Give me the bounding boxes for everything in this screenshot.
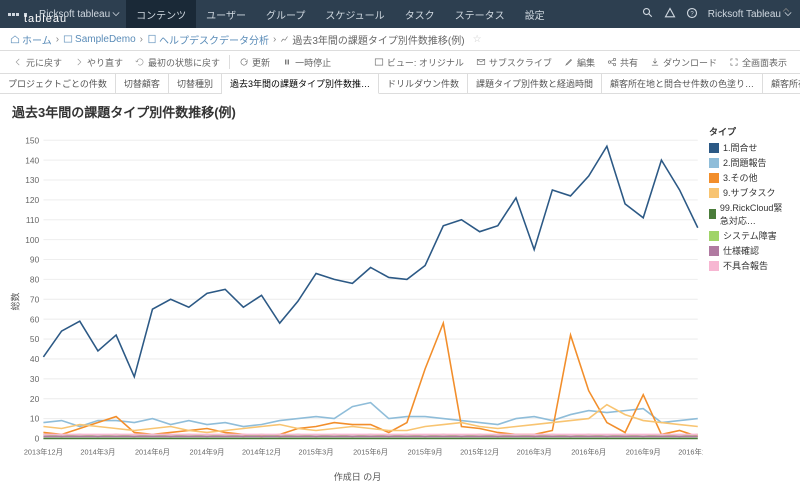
pause-button[interactable]: 一時停止 — [277, 54, 336, 71]
chart-plot[interactable]: 総数 0102030405060708090100110120130140150… — [12, 125, 703, 465]
tableau-logo[interactable]: tableau — [8, 13, 27, 16]
svg-text:60: 60 — [30, 314, 40, 324]
svg-text:2016年3月: 2016年3月 — [517, 447, 552, 456]
tab-2[interactable]: 切替種別 — [169, 74, 222, 93]
nav-item-1[interactable]: ユーザー — [196, 0, 256, 28]
share-button[interactable]: 共有 — [602, 54, 643, 71]
tab-4[interactable]: ドリルダウン件数 — [379, 74, 468, 93]
svg-text:90: 90 — [30, 255, 40, 265]
svg-text:110: 110 — [26, 215, 40, 225]
back-button[interactable]: 元に戻す — [8, 54, 67, 71]
nav-item-0[interactable]: コンテンツ — [126, 0, 196, 28]
legend-item-0[interactable]: 1.問合せ — [709, 141, 788, 154]
legend-item-5[interactable]: システム障害 — [709, 229, 788, 242]
nav-item-2[interactable]: グループ — [256, 0, 315, 28]
subscribe-button[interactable]: サブスクライブ — [471, 54, 557, 71]
nav-item-6[interactable]: 設定 — [515, 0, 555, 28]
svg-text:2016年9月: 2016年9月 — [626, 447, 661, 456]
svg-text:2015年12月: 2015年12月 — [460, 447, 499, 456]
svg-text:100: 100 — [25, 235, 39, 245]
edit-button[interactable]: 編集 — [559, 54, 600, 71]
star-icon[interactable]: ☆ — [473, 34, 482, 45]
breadcrumb: ホーム › SampleDemo › ヘルプデスクデータ分析 › 過去3年間の課… — [0, 28, 800, 50]
svg-text:?: ? — [690, 11, 694, 17]
expand-icon[interactable] — [780, 4, 792, 19]
svg-text:2013年12月: 2013年12月 — [24, 447, 63, 456]
tab-5[interactable]: 課題タイプ別件数と経過時間 — [468, 74, 602, 93]
tab-0[interactable]: プロジェクトごとの件数 — [0, 74, 116, 93]
svg-text:2015年9月: 2015年9月 — [408, 447, 443, 456]
revert-button[interactable]: 最初の状態に戻す — [130, 54, 225, 71]
svg-text:120: 120 — [25, 195, 39, 205]
breadcrumb-workbook[interactable]: ヘルプデスクデータ分析 — [147, 32, 269, 47]
alerts-icon[interactable] — [664, 7, 676, 22]
svg-text:10: 10 — [30, 414, 40, 424]
nav-item-4[interactable]: タスク — [395, 0, 445, 28]
legend-item-2[interactable]: 3.その他 — [709, 171, 788, 184]
svg-text:40: 40 — [30, 354, 40, 364]
breadcrumb-project[interactable]: SampleDemo — [63, 34, 136, 45]
breadcrumb-view[interactable]: 過去3年間の課題タイプ別件数推移(例) — [280, 32, 464, 47]
legend-item-7[interactable]: 不具合報告 — [709, 259, 788, 272]
svg-text:80: 80 — [30, 275, 40, 285]
redo-button[interactable]: やり直す — [69, 54, 128, 71]
svg-text:2014年9月: 2014年9月 — [189, 447, 224, 456]
legend-item-4[interactable]: 99.RickCloud緊急対応… — [709, 201, 788, 227]
chart-title: 過去3年間の課題タイプ別件数推移(例) — [12, 102, 788, 121]
search-icon[interactable] — [642, 7, 654, 22]
svg-text:150: 150 — [25, 135, 39, 145]
toolbar: 元に戻す やり直す 最初の状態に戻す 更新 一時停止 ビュー: オリジナル サブ… — [0, 50, 800, 74]
svg-text:0: 0 — [35, 434, 40, 444]
svg-text:2015年6月: 2015年6月 — [353, 447, 388, 456]
svg-text:30: 30 — [30, 374, 40, 384]
tab-7[interactable]: 顧客所在地と問合せ件数の面積図 — [763, 74, 800, 93]
help-icon[interactable]: ? — [686, 7, 698, 22]
svg-text:50: 50 — [30, 334, 40, 344]
refresh-button[interactable]: 更新 — [234, 54, 275, 71]
svg-text:70: 70 — [30, 294, 40, 304]
svg-text:2016年12月: 2016年12月 — [678, 447, 703, 456]
top-nav: tableau Ricksoft tableau コンテンツユーザーグループスケ… — [0, 0, 800, 28]
nav-item-5[interactable]: ステータス — [445, 0, 515, 28]
svg-text:130: 130 — [25, 175, 39, 185]
breadcrumb-home[interactable]: ホーム — [10, 32, 52, 47]
svg-text:2014年6月: 2014年6月 — [135, 447, 170, 456]
svg-text:2014年3月: 2014年3月 — [80, 447, 115, 456]
svg-text:2016年6月: 2016年6月 — [571, 447, 606, 456]
view-tabs: プロジェクトごとの件数切替顧客切替種別過去3年間の課題タイプ別件数推…ドリルダウ… — [0, 74, 800, 94]
fullscreen-button[interactable]: 全画面表示 — [724, 54, 792, 71]
legend-item-6[interactable]: 仕様確認 — [709, 244, 788, 257]
tab-6[interactable]: 顧客所在地と問合せ件数の色塗り… — [602, 74, 763, 93]
nav-item-3[interactable]: スケジュール — [315, 0, 394, 28]
tab-3[interactable]: 過去3年間の課題タイプ別件数推… — [222, 74, 379, 94]
legend: タイプ 1.問合せ2.問題報告3.その他9.サブタスク99.RickCloud緊… — [703, 125, 788, 465]
site-selector[interactable]: Ricksoft tableau — [39, 9, 120, 20]
svg-text:2014年12月: 2014年12月 — [242, 447, 281, 456]
svg-text:20: 20 — [30, 394, 40, 404]
svg-text:2015年3月: 2015年3月 — [299, 447, 334, 456]
tab-1[interactable]: 切替顧客 — [116, 74, 169, 93]
view-button[interactable]: ビュー: オリジナル — [369, 54, 469, 71]
svg-text:140: 140 — [25, 155, 39, 165]
legend-item-1[interactable]: 2.問題報告 — [709, 156, 788, 169]
legend-item-3[interactable]: 9.サブタスク — [709, 186, 788, 199]
chart-area: 過去3年間の課題タイプ別件数推移(例) 総数 01020304050607080… — [0, 94, 800, 474]
chevron-down-icon — [112, 10, 120, 18]
download-button[interactable]: ダウンロード — [645, 54, 722, 71]
